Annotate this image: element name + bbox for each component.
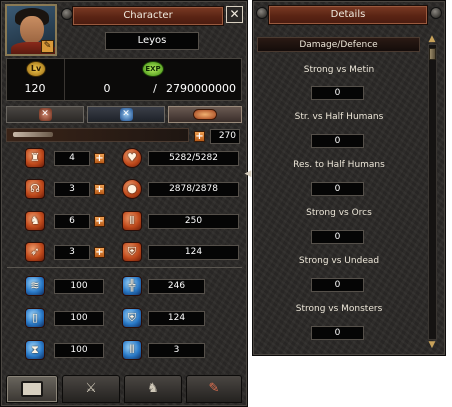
- dexterity-icon: ♞: [25, 211, 45, 231]
- skills-sword-icon: ⚔: [85, 381, 97, 396]
- detail-value: 0: [311, 182, 364, 196]
- character-sheet-icon: [21, 381, 43, 397]
- edit-pencil-icon[interactable]: ✎: [41, 40, 54, 53]
- arrow-down-icon: ▼: [428, 340, 436, 350]
- details-toggle-handle[interactable]: ◀: [244, 166, 252, 182]
- tab-button-emblem[interactable]: [168, 106, 242, 123]
- detail-value: 0: [311, 134, 364, 148]
- move-speed-value: 100: [54, 311, 104, 326]
- attack-speed-value: 100: [54, 279, 104, 294]
- scrollbar-track[interactable]: [428, 44, 437, 340]
- character-portrait[interactable]: ✎: [5, 4, 57, 56]
- scroll-down-button[interactable]: ▼: [426, 340, 438, 350]
- scrollbar-thumb[interactable]: [429, 48, 436, 60]
- heart-icon: ♥: [122, 148, 142, 168]
- evasion-value: 3: [148, 343, 205, 358]
- arrow-up-icon: ▲: [428, 34, 436, 44]
- character-window: Character ✕ ✎ Leyos Lv EXP 120 0 / 27900…: [0, 0, 248, 407]
- detail-label: Res. to Half Humans: [293, 160, 385, 170]
- tab-button-battle[interactable]: ✕: [6, 106, 84, 123]
- vitality-value: 3: [54, 245, 90, 260]
- vitality-plus-button[interactable]: +: [94, 247, 105, 258]
- strength-value: 4: [54, 151, 90, 166]
- character-title[interactable]: Character: [72, 6, 224, 26]
- emblem-icon: [193, 109, 217, 120]
- evasion-icon: ⦀: [122, 340, 142, 360]
- close-icon: ✕: [229, 7, 240, 21]
- attack-pillar-icon: Ⅱ: [122, 211, 142, 231]
- strength-icon: ♜: [25, 148, 45, 168]
- close-button[interactable]: ✕: [226, 6, 243, 23]
- intelligence-icon: ☊: [25, 179, 45, 199]
- magic-defence-value: 124: [148, 311, 205, 326]
- attack-value: 250: [148, 214, 239, 229]
- cast-speed-icon: ⧗: [25, 340, 45, 360]
- details-roundel-right: [430, 7, 442, 19]
- detail-value: 0: [311, 326, 364, 340]
- emotes-icon: ♞: [147, 381, 159, 396]
- detail-label: Strong vs Undead: [298, 256, 380, 266]
- detail-value: 0: [311, 230, 364, 244]
- blue-cross-icon: ✕: [119, 108, 133, 121]
- defence-value: 124: [148, 245, 239, 260]
- level-value: 120: [24, 82, 46, 95]
- tab-emotes[interactable]: ♞: [124, 375, 182, 403]
- mana-orb-icon: ●: [122, 179, 142, 199]
- intelligence-value: 3: [54, 182, 90, 197]
- character-name: Leyos: [105, 32, 199, 50]
- tab-skills[interactable]: ⚔: [62, 375, 120, 403]
- exp-max: 2790000000: [166, 82, 236, 95]
- move-speed-icon: ▯: [25, 308, 45, 328]
- scroll-up-button[interactable]: ▲: [426, 34, 438, 44]
- detail-label: Strong vs Monsters: [295, 304, 383, 314]
- level-icon: Lv: [26, 61, 46, 77]
- magic-attack-value: 246: [148, 279, 205, 294]
- detail-label: Str. vs Half Humans: [294, 112, 384, 122]
- dexterity-value: 6: [54, 214, 90, 229]
- dexterity-plus-button[interactable]: +: [94, 216, 105, 227]
- vitality-icon: ➶: [25, 242, 45, 262]
- exp-icon: EXP: [142, 61, 164, 77]
- detail-label: Strong vs Metin: [303, 65, 375, 75]
- detail-label: Strong vs Orcs: [306, 208, 372, 218]
- exp-separator: /: [153, 82, 157, 95]
- cast-speed-value: 100: [54, 343, 104, 358]
- available-points: 270: [210, 129, 240, 144]
- points-plus-button[interactable]: +: [194, 131, 205, 142]
- tab-button-magic[interactable]: ✕: [87, 106, 165, 123]
- quest-scroll-icon: ✎: [208, 381, 220, 396]
- attack-speed-icon: ≋: [25, 276, 45, 296]
- detail-value: 0: [311, 278, 364, 292]
- sword-cross-icon: ✕: [38, 108, 52, 121]
- shield-icon: ⛨: [122, 242, 142, 262]
- hp-value: 5282/5282: [148, 151, 239, 166]
- tab-character[interactable]: [6, 375, 58, 403]
- exp-current: 0: [103, 82, 111, 95]
- magic-defence-icon: ⛨: [122, 308, 142, 328]
- magic-attack-icon: ╬: [122, 276, 142, 296]
- detail-value: 0: [311, 86, 364, 100]
- sword-bar-icon: [13, 132, 53, 137]
- strength-plus-button[interactable]: +: [94, 153, 105, 164]
- sp-value: 2878/2878: [148, 182, 239, 197]
- details-list: Strong vs Metin 0 Str. vs Half Humans 0 …: [252, 0, 428, 356]
- intelligence-plus-button[interactable]: +: [94, 184, 105, 195]
- tab-quests[interactable]: ✎: [186, 375, 242, 403]
